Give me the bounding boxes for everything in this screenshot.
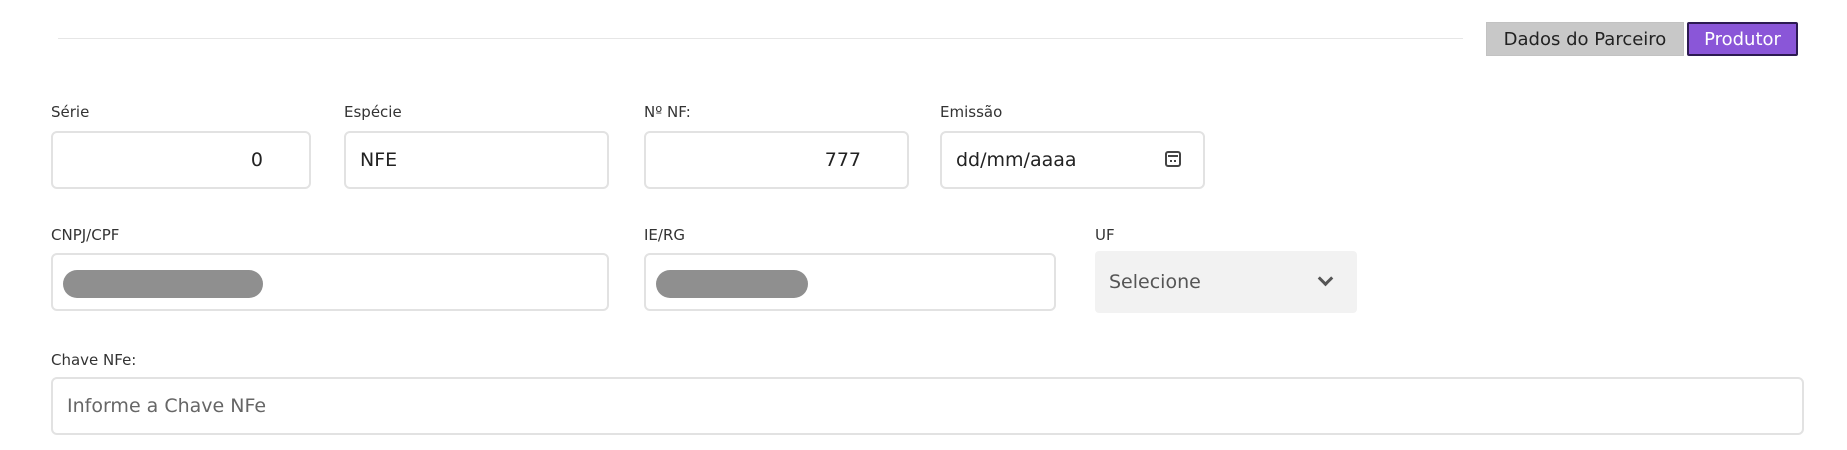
uf-selected-value: Selecione — [1109, 271, 1201, 293]
uf-label: UF — [1095, 226, 1115, 244]
nf-label: Nº NF: — [644, 103, 691, 121]
producer-button[interactable]: Produtor — [1687, 22, 1798, 56]
serie-field[interactable]: 0 — [51, 131, 311, 189]
redacted-cnpj — [63, 270, 263, 298]
emissao-field[interactable]: dd/mm/aaaa — [940, 131, 1205, 189]
chave-field[interactable]: Informe a Chave NFe — [51, 377, 1804, 435]
producer-button-label: Produtor — [1704, 28, 1781, 50]
especie-value: NFE — [360, 149, 398, 171]
chave-placeholder: Informe a Chave NFe — [67, 395, 267, 417]
emissao-value: dd/mm/aaaa — [956, 149, 1077, 171]
nf-field[interactable]: 777 — [644, 131, 909, 189]
ie-label: IE/RG — [644, 226, 686, 244]
emissao-label: Emissão — [940, 103, 1003, 121]
redacted-ie — [656, 270, 808, 298]
chave-label: Chave NFe: — [51, 351, 137, 369]
serie-label: Série — [51, 103, 90, 121]
ie-field[interactable] — [644, 253, 1056, 311]
nf-value: 777 — [824, 149, 861, 171]
calendar-icon[interactable] — [1165, 151, 1181, 167]
chevron-down-icon — [1317, 270, 1334, 287]
cnpj-field[interactable] — [51, 253, 609, 311]
header-divider — [58, 38, 1463, 39]
partner-data-button[interactable]: Dados do Parceiro — [1486, 22, 1684, 56]
uf-select[interactable]: Selecione — [1095, 251, 1357, 313]
serie-value: 0 — [250, 149, 263, 171]
partner-data-button-label: Dados do Parceiro — [1503, 28, 1667, 50]
cnpj-label: CNPJ/CPF — [51, 226, 120, 244]
especie-label: Espécie — [344, 103, 402, 121]
especie-field[interactable]: NFE — [344, 131, 609, 189]
